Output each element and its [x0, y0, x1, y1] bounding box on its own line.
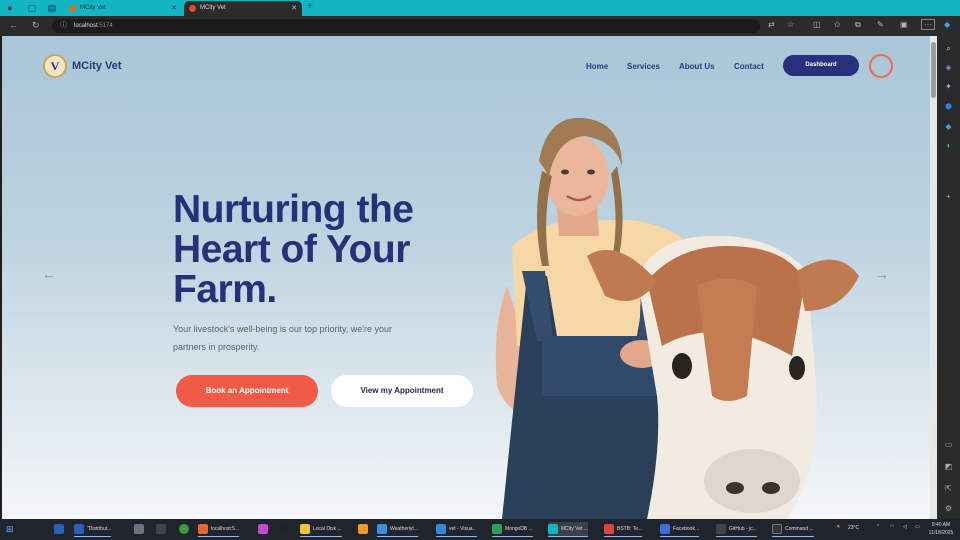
favorites-icon[interactable]: ✩ [834, 20, 841, 29]
weather-icon[interactable]: ☀ [836, 524, 840, 530]
drop-icon[interactable]: ◗ [944, 141, 953, 150]
taskbar-item[interactable]: Weatherlyt... [377, 522, 418, 537]
outlook-icon[interactable]: ◆ [944, 122, 953, 131]
logo-badge: V [43, 54, 67, 78]
tools-icon[interactable]: ✦ [944, 82, 953, 91]
address-bar: ← ↻ ⓘ localhost:5174 ⇄ ☆ ◫ ✩ ⧉ ✎ ▣ ··· ◆ [0, 16, 960, 36]
hero-subtitle: Your livestock's well-being is our top p… [173, 320, 473, 356]
hero-title-line: Nurturing the [173, 188, 414, 231]
taskbar-item[interactable]: "Distribut... [74, 522, 112, 537]
taskbar-item[interactable]: Command ... [772, 522, 814, 537]
volume-icon[interactable]: ◁ [903, 524, 907, 530]
tab-favicon [69, 5, 76, 12]
close-tab-icon[interactable]: ✕ [171, 1, 177, 16]
nav-home[interactable]: Home [586, 62, 608, 71]
favorite-star-icon[interactable]: ☆ [787, 20, 794, 29]
nav-services[interactable]: Services [627, 62, 660, 71]
taskbar-chrome-icon[interactable] [179, 522, 192, 537]
extensions-icon[interactable]: ▣ [900, 20, 908, 29]
url-field[interactable]: ⓘ localhost:5174 [52, 19, 760, 33]
back-icon[interactable]: ← [9, 20, 18, 30]
taskbar-item[interactable]: MongoDB ... [492, 522, 533, 537]
logo-text: MCity Vet [72, 60, 122, 72]
search-icon[interactable]: ⌕ [944, 44, 953, 53]
close-tab-icon[interactable]: ✕ [291, 1, 297, 16]
shopping-icon[interactable]: ◈ [944, 63, 953, 72]
more-menu-icon[interactable]: ··· [921, 19, 935, 30]
web-page: V MCity Vet Home Services About Us Conta… [2, 36, 937, 519]
taskbar-item[interactable]: vet - Visua... [436, 522, 477, 537]
add-sidebar-app-icon[interactable]: + [944, 192, 953, 201]
taskbar-item[interactable]: GitHub - jc... [716, 522, 757, 537]
settings-gear-icon[interactable]: ⚙ [944, 504, 953, 513]
taskbar-app-icon[interactable] [358, 522, 371, 537]
external-link-icon[interactable]: ⇱ [944, 484, 953, 493]
read-aloud-icon[interactable]: ⇄ [768, 20, 775, 29]
book-appointment-button[interactable]: Book an Appointment [176, 375, 318, 407]
profile-ring-button[interactable] [869, 54, 893, 78]
page-scrollbar[interactable] [930, 36, 937, 519]
nav-about-us[interactable]: About Us [679, 62, 715, 71]
feedback-icon[interactable]: ✎ [877, 20, 884, 29]
carousel-prev-icon[interactable]: ← [42, 266, 56, 282]
tab-favicon [189, 5, 196, 12]
tray-chevron-icon[interactable]: ⌃ [876, 524, 880, 530]
new-tab-icon[interactable]: + [307, 1, 313, 12]
wifi-icon[interactable]: ◠ [890, 524, 894, 530]
taskbar-item[interactable]: MCity Vet ... [548, 522, 588, 537]
taskbar-app-icon[interactable] [258, 522, 271, 537]
taskbar-item[interactable]: Facebook... [660, 522, 700, 537]
tab-actions-icon[interactable]: ▤ [47, 3, 57, 13]
start-icon[interactable]: ⊞ [6, 522, 14, 537]
hero-title: Nurturing the Heart of Your Farm. [173, 190, 473, 310]
taskbar-app-icon[interactable] [156, 522, 169, 537]
windows-taskbar: ⊞ "Distribut... localhost:5... Local Dis… [0, 519, 960, 540]
weather-temp[interactable]: 23°C [848, 525, 859, 531]
taskbar-item[interactable]: BSTB: Te... [604, 522, 643, 537]
tab-mcity-vet-2[interactable]: MCity Vet ✕ [184, 1, 302, 16]
scrollbar-thumb[interactable] [931, 42, 936, 98]
edge-sidebar: ⌕ ◈ ✦ ⬢ ◆ ◗ + ▭ ◩ ⇱ ⚙ [937, 36, 960, 519]
url-port: :5174 [97, 23, 113, 29]
taskbar-app-icon[interactable] [280, 522, 293, 537]
site-logo[interactable]: V MCity Vet [43, 54, 122, 78]
clock-time: 9:40 AM [931, 522, 951, 528]
refresh-icon[interactable]: ↻ [32, 20, 40, 31]
split-view-icon[interactable]: ◩ [944, 462, 953, 471]
sidebar-toggle-icon[interactable]: ▭ [944, 440, 953, 449]
url-host: localhost [74, 23, 98, 29]
hero-image-farmer-with-calf [495, 117, 859, 519]
profile-icon[interactable]: ● [5, 3, 15, 13]
dashboard-button[interactable]: Dashboard [783, 55, 859, 76]
battery-icon[interactable]: ▭ [915, 524, 920, 530]
system-clock[interactable]: 9:40 AM 11/18/2025 [925, 521, 957, 537]
collections-icon[interactable]: ⧉ [855, 20, 861, 30]
info-icon[interactable]: ⓘ [60, 19, 67, 33]
games-icon[interactable]: ⬢ [944, 102, 953, 111]
split-screen-icon[interactable]: ◫ [813, 20, 821, 29]
browser-tab-bar: ● ▢ ▤ MCity Vet ✕ MCity Vet ✕ + [0, 0, 960, 16]
hero-subtitle-line: Your livestock's well-being is our top p… [173, 324, 393, 334]
copilot-icon[interactable]: ◆ [944, 20, 950, 29]
carousel-next-icon[interactable]: → [875, 266, 889, 282]
tab-title: MCity Vet [80, 5, 106, 11]
hero-subtitle-line: partners in prosperity. [173, 342, 260, 352]
clock-date: 11/18/2025 [928, 530, 954, 536]
taskbar-word-icon[interactable] [54, 522, 67, 537]
tab-mcity-vet-1[interactable]: MCity Vet ✕ [64, 1, 182, 16]
tab-title: MCity Vet [200, 5, 226, 11]
view-appointment-button[interactable]: View my Appointment [331, 375, 473, 407]
taskbar-item[interactable]: localhost:5... [198, 522, 240, 537]
workspaces-icon[interactable]: ▢ [27, 3, 37, 13]
hero-title-line: Farm. [173, 268, 277, 311]
nav-contact[interactable]: Contact [734, 62, 764, 71]
hero-title-line: Heart of Your [173, 228, 410, 271]
taskbar-settings-icon[interactable] [134, 522, 147, 537]
taskbar-item[interactable]: Local Disk ... [300, 522, 342, 537]
